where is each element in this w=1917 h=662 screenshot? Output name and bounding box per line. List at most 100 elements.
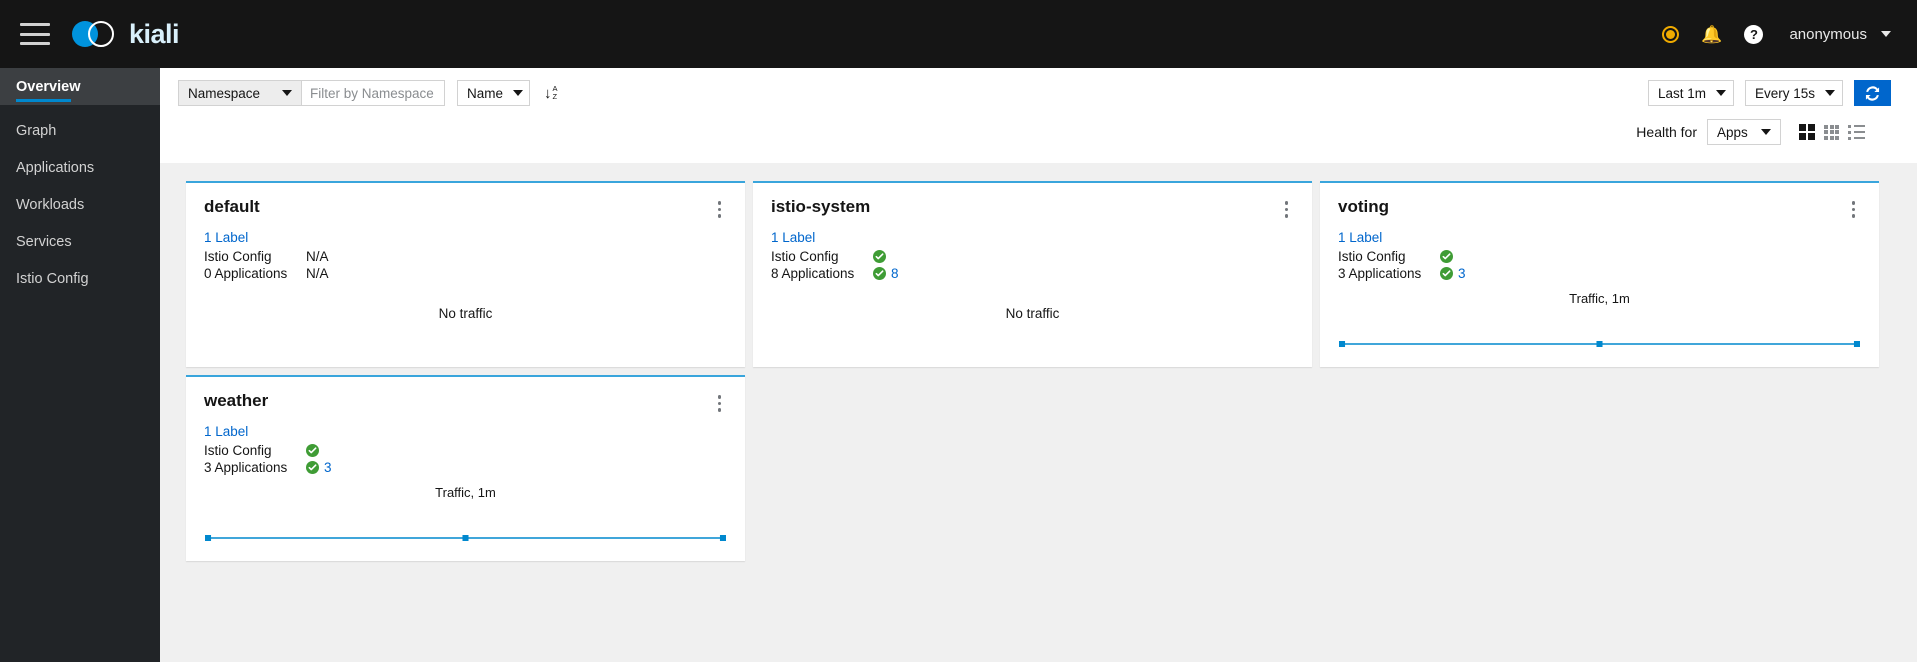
filter-group: Namespace Name ↓ AZ: [178, 80, 558, 106]
brand-name: kiali: [129, 18, 180, 49]
labels-link[interactable]: 1 Label: [771, 230, 1294, 245]
kebab-menu-icon[interactable]: [712, 391, 728, 416]
refresh-icon: [1865, 85, 1880, 101]
view-mode-group: [1799, 124, 1865, 140]
istio-config-label: Istio Config: [1338, 248, 1406, 264]
stat-table: Istio Config 8 Applications 8: [771, 248, 1294, 282]
health-for-select[interactable]: Apps: [1707, 119, 1781, 145]
help-question-icon[interactable]: ?: [1744, 24, 1764, 44]
time-range-select[interactable]: Last 1m: [1648, 80, 1734, 106]
sidebar-item-label: Applications: [16, 159, 95, 176]
refresh-interval-select[interactable]: Every 15s: [1745, 80, 1843, 106]
labels-link[interactable]: 1 Label: [1338, 230, 1861, 245]
health-ok-icon: [1440, 249, 1453, 263]
namespace-filter-input[interactable]: [302, 80, 445, 106]
health-for-value: Apps: [1717, 124, 1748, 140]
card-header: voting: [1338, 197, 1861, 222]
bell-icon[interactable]: 🔔: [1701, 26, 1722, 43]
chevron-down-icon: [1716, 90, 1727, 96]
kiali-logo-icon: [72, 18, 118, 50]
labels-link[interactable]: 1 Label: [204, 230, 727, 245]
namespace-title: weather: [204, 391, 269, 410]
kebab-menu-icon[interactable]: [712, 197, 728, 222]
applications-status: N/A: [306, 265, 329, 281]
applications-row: 0 Applications N/A: [204, 265, 727, 282]
overview-content: default 1 Label Istio Config N/A 0 Appli…: [160, 163, 1917, 662]
refresh-interval-value: Every 15s: [1755, 85, 1816, 101]
main-content: Namespace Name ↓ AZ Last 1m: [160, 68, 1917, 662]
sidebar-item-istio-config[interactable]: Istio Config: [0, 260, 160, 297]
chevron-down-icon: [1761, 129, 1771, 135]
health-ok-icon: [306, 460, 319, 474]
namespace-card-grid: default 1 Label Istio Config N/A 0 Appli…: [186, 181, 1891, 561]
health-ok-icon: [306, 443, 319, 457]
chevron-down-icon: [1825, 90, 1836, 96]
sidebar-item-applications[interactable]: Applications: [0, 149, 160, 186]
health-for-label: Health for: [1636, 124, 1697, 140]
sidebar-item-overview[interactable]: Overview: [0, 68, 160, 105]
applications-count[interactable]: 3: [324, 460, 332, 475]
sort-alpha-asc-icon[interactable]: ↓ AZ: [544, 85, 558, 101]
chevron-down-icon: [1881, 31, 1891, 37]
user-name: anonymous: [1789, 25, 1867, 43]
status-circle-icon[interactable]: [1662, 25, 1680, 43]
sidebar-item-workloads[interactable]: Workloads: [0, 186, 160, 223]
chevron-down-icon: [282, 90, 292, 96]
istio-config-row: Istio Config: [204, 442, 727, 459]
kebab-menu-icon[interactable]: [1846, 197, 1862, 222]
istio-config-row: Istio Config N/A: [204, 248, 727, 265]
brand-logo[interactable]: kiali: [72, 18, 180, 50]
health-ok-icon: [873, 266, 886, 280]
namespace-type-value: Namespace: [188, 85, 261, 101]
view-expand-icon[interactable]: [1799, 124, 1815, 140]
card-header: weather: [204, 391, 727, 416]
namespace-type-select[interactable]: Namespace: [178, 80, 302, 106]
sort-field-value: Name: [467, 85, 504, 101]
applications-row: 3 Applications 3: [1338, 265, 1861, 282]
sidebar-item-graph[interactable]: Graph: [0, 112, 160, 149]
traffic-sparkline: [1339, 341, 1860, 347]
namespace-card-voting[interactable]: voting 1 Label Istio Config 3 Applicatio…: [1320, 181, 1879, 367]
istio-config-row: Istio Config: [771, 248, 1294, 265]
view-compact-icon[interactable]: [1824, 124, 1839, 140]
namespace-title: default: [204, 197, 260, 216]
traffic-area: Traffic, 1m: [1338, 282, 1861, 360]
card-header: default: [204, 197, 727, 222]
istio-config-row: Istio Config: [1338, 248, 1861, 265]
toolbar: Namespace Name ↓ AZ Last 1m: [160, 68, 1917, 145]
health-ok-icon: [1440, 266, 1453, 280]
applications-row: 8 Applications 8: [771, 265, 1294, 282]
applications-label: 3 Applications: [204, 459, 288, 475]
stat-table: Istio Config N/A 0 Applications N/A: [204, 248, 727, 282]
chevron-down-icon: [513, 90, 524, 96]
sort-field-select[interactable]: Name: [457, 80, 530, 106]
view-list-icon[interactable]: [1848, 124, 1865, 140]
istio-config-label: Istio Config: [771, 248, 839, 264]
namespace-card-istio-system[interactable]: istio-system 1 Label Istio Config 8 Appl…: [753, 181, 1312, 367]
health-for-row: Health for Apps: [178, 106, 1891, 145]
istio-config-label: Istio Config: [204, 248, 272, 264]
traffic-area: No traffic: [771, 282, 1294, 360]
labels-link[interactable]: 1 Label: [204, 424, 727, 439]
applications-label: 8 Applications: [771, 265, 855, 281]
toolbar-primary-row: Namespace Name ↓ AZ Last 1m: [178, 80, 1891, 106]
applications-count[interactable]: 8: [891, 266, 899, 281]
applications-count[interactable]: 3: [1458, 266, 1466, 281]
health-ok-icon: [873, 249, 886, 263]
namespace-card-default[interactable]: default 1 Label Istio Config N/A 0 Appli…: [186, 181, 745, 367]
stat-table: Istio Config 3 Applications 3: [204, 442, 727, 476]
user-menu[interactable]: anonymous: [1789, 26, 1891, 43]
sidebar-item-label: Services: [16, 233, 72, 250]
masthead-actions: 🔔 ? anonymous: [1662, 24, 1917, 44]
toolbar-right-controls: Last 1m Every 15s: [1648, 80, 1891, 106]
refresh-button[interactable]: [1854, 80, 1891, 106]
kebab-menu-icon[interactable]: [1279, 197, 1295, 222]
hamburger-menu-icon[interactable]: [20, 23, 50, 45]
sidebar-item-label: Graph: [16, 122, 57, 139]
traffic-sparkline: [205, 535, 726, 541]
sidebar-item-label: Workloads: [16, 196, 85, 213]
sidebar-item-services[interactable]: Services: [0, 223, 160, 260]
namespace-card-weather[interactable]: weather 1 Label Istio Config 3 Applicati…: [186, 375, 745, 561]
applications-label: 0 Applications: [204, 265, 288, 281]
istio-config-status: N/A: [306, 248, 329, 264]
